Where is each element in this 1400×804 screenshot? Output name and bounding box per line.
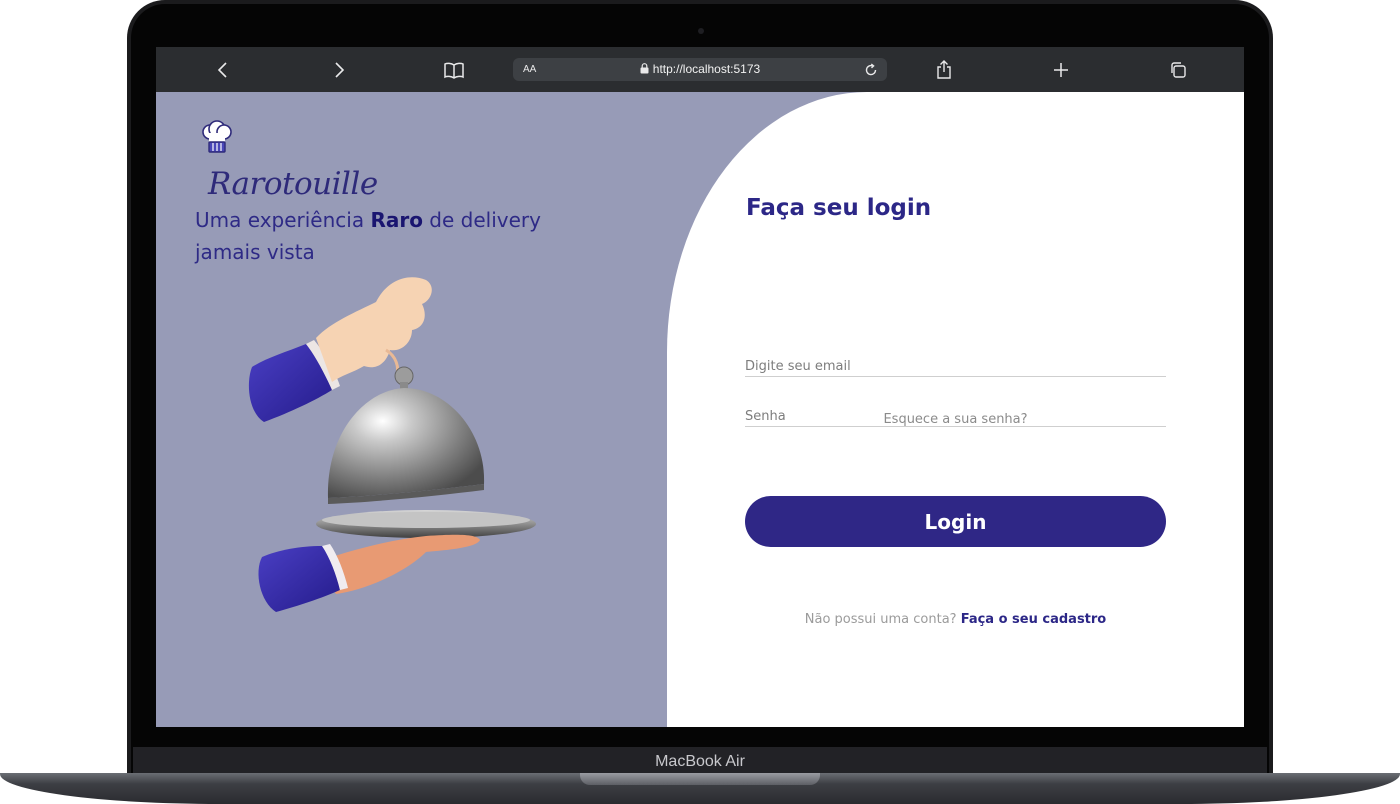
camera-icon	[698, 28, 704, 34]
screen: AA http://localhost:5173 Rarotouille Uma…	[156, 47, 1244, 727]
signup-text: Não possui uma conta? Faça o seu cadastr…	[745, 612, 1166, 627]
email-input[interactable]	[745, 356, 1166, 377]
forward-icon[interactable]	[319, 47, 359, 92]
login-title: Faça seu login	[746, 195, 932, 221]
browser-toolbar: AA http://localhost:5173	[156, 47, 1244, 92]
signup-link[interactable]: Faça o seu cadastro	[961, 612, 1107, 627]
chef-hat-icon	[200, 120, 234, 166]
login-button[interactable]: Login	[745, 496, 1166, 547]
laptop-hinge-notch	[580, 773, 820, 785]
bookmarks-icon[interactable]	[434, 47, 474, 92]
tagline-prefix: Uma experiência	[195, 208, 371, 232]
brand-logo-text: Rarotouille	[208, 166, 378, 202]
reload-icon[interactable]	[859, 58, 883, 81]
signup-prompt: Não possui uma conta?	[804, 612, 961, 627]
login-page: Rarotouille Uma experiência Raro de deli…	[156, 92, 1244, 727]
share-icon[interactable]	[924, 47, 964, 92]
url-value: http://localhost:5173	[652, 62, 761, 76]
address-bar[interactable]: AA http://localhost:5173	[513, 58, 887, 81]
tabs-icon[interactable]	[1158, 47, 1198, 92]
cloche-illustration	[236, 272, 566, 626]
email-field[interactable]	[745, 355, 1166, 377]
device-label: MacBook Air	[655, 753, 745, 770]
lock-icon	[640, 59, 649, 82]
new-tab-icon[interactable]	[1041, 47, 1081, 92]
forgot-password-link[interactable]: Esquece a sua senha?	[745, 412, 1166, 427]
back-icon[interactable]	[203, 47, 243, 92]
tagline: Uma experiência Raro de delivery jamais …	[195, 204, 595, 268]
url-text: http://localhost:5173	[513, 58, 887, 81]
tagline-bold: Raro	[370, 208, 423, 232]
